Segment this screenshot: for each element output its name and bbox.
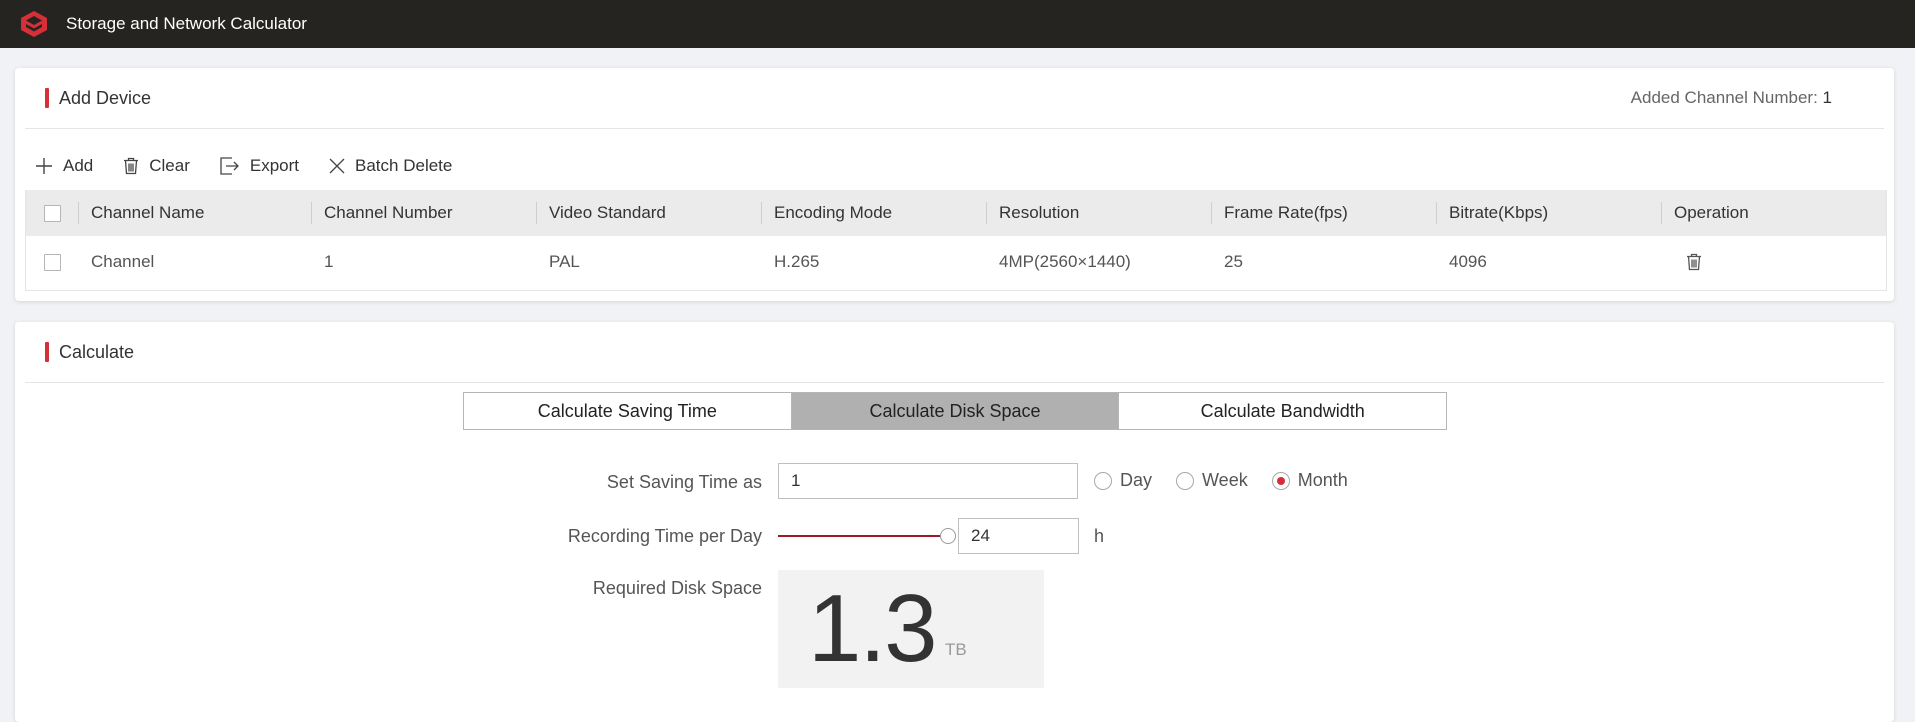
slider-fill <box>778 535 948 537</box>
disk-space-unit: TB <box>945 640 967 659</box>
hours-unit-label: h <box>1094 526 1105 546</box>
table-header: Channel Name Channel Number Video Standa… <box>26 190 1886 236</box>
column-header: Bitrate(Kbps) <box>1436 190 1661 236</box>
recording-hours-input[interactable] <box>958 518 1079 554</box>
required-disk-space-label: Required Disk Space <box>592 578 762 598</box>
calculate-tabs: Calculate Saving Time Calculate Disk Spa… <box>463 392 1447 430</box>
added-channel-value: 1 <box>1822 88 1832 107</box>
device-toolbar: Add Clear Export Batch Delete <box>35 148 482 184</box>
radio-day[interactable]: Day <box>1094 470 1152 491</box>
batch-delete-button-label: Batch Delete <box>355 156 453 175</box>
radio-month-circle[interactable] <box>1271 471 1290 490</box>
column-header: Resolution <box>986 190 1211 236</box>
tab-disk-space[interactable]: Calculate Disk Space <box>791 393 1120 429</box>
delete-row-button[interactable] <box>1686 253 1702 271</box>
calculate-header: Calculate <box>25 322 1884 383</box>
frame-rate-cell: 25 <box>1224 252 1243 271</box>
close-icon <box>329 158 345 174</box>
brand-logo-icon <box>18 8 50 40</box>
batch-delete-button[interactable]: Batch Delete <box>329 156 452 176</box>
clear-button[interactable]: Clear <box>123 156 190 176</box>
calculate-title: Calculate <box>59 341 135 362</box>
column-header: Operation <box>1661 190 1884 236</box>
section-accent-bar <box>45 342 49 362</box>
top-bar: Storage and Network Calculator <box>0 0 1915 48</box>
app-title: Storage and Network Calculator <box>66 14 307 33</box>
radio-month[interactable]: Month <box>1271 470 1348 491</box>
clear-button-label: Clear <box>149 156 190 175</box>
column-header: Channel Name <box>78 190 311 236</box>
video-standard-cell: PAL <box>549 252 580 271</box>
column-header: Encoding Mode <box>761 190 986 236</box>
export-icon <box>220 157 239 175</box>
period-radio-group: Day Week Month <box>1094 470 1372 491</box>
radio-day-circle[interactable] <box>1094 471 1112 490</box>
radio-day-label: Day <box>1120 470 1153 490</box>
disk-space-value: 1.3 <box>808 575 937 682</box>
channel-name-cell: Channel <box>91 252 155 271</box>
column-header: Video Standard <box>536 190 761 236</box>
row-select-cell <box>26 236 78 288</box>
select-all-checkbox[interactable] <box>43 204 61 222</box>
add-device-title: Add Device <box>59 87 152 108</box>
column-header: Channel Number <box>311 190 536 236</box>
slider-thumb[interactable] <box>940 528 956 544</box>
tab-saving-time[interactable]: Calculate Saving Time <box>464 393 792 429</box>
trash-icon <box>124 157 139 175</box>
saving-time-label: Set Saving Time as <box>606 472 762 492</box>
export-button[interactable]: Export <box>220 156 299 176</box>
radio-month-label: Month <box>1297 470 1348 490</box>
radio-week[interactable]: Week <box>1176 470 1248 491</box>
add-button[interactable]: Add <box>35 156 93 176</box>
tab-bandwidth[interactable]: Calculate Bandwidth <box>1119 393 1447 429</box>
add-button-label: Add <box>63 156 94 175</box>
radio-week-circle[interactable] <box>1176 471 1195 490</box>
added-channel-label: Added Channel Number: <box>1630 88 1818 107</box>
table-row: Channel 1 PAL H.265 4MP(2560×1440) 25 40… <box>26 236 1886 288</box>
add-device-header: Add Device Added Channel Number: 1 <box>25 68 1884 129</box>
saving-time-input[interactable] <box>778 463 1078 499</box>
plus-icon <box>36 158 52 174</box>
disk-space-result: 1.3 TB <box>778 570 1044 688</box>
recording-time-slider[interactable] <box>778 526 956 546</box>
section-accent-bar <box>45 88 49 108</box>
calculate-panel: Calculate Calculate Saving Time Calculat… <box>15 322 1894 722</box>
add-device-panel: Add Device Added Channel Number: 1 Add C… <box>15 68 1894 301</box>
resolution-cell: 4MP(2560×1440) <box>999 252 1131 271</box>
operation-cell <box>1661 236 1884 288</box>
channel-number-cell: 1 <box>324 252 334 271</box>
encoding-mode-cell: H.265 <box>774 252 820 271</box>
added-channel-count: Added Channel Number: 1 <box>1631 88 1832 108</box>
bitrate-cell: 4096 <box>1449 252 1487 271</box>
radio-week-label: Week <box>1202 470 1248 490</box>
export-button-label: Export <box>249 156 300 175</box>
row-checkbox[interactable] <box>43 253 61 271</box>
column-header: Frame Rate(fps) <box>1211 190 1436 236</box>
recording-time-label: Recording Time per Day <box>567 526 762 546</box>
select-all-cell <box>26 190 78 236</box>
trash-icon <box>1687 253 1701 271</box>
device-table: Channel Name Channel Number Video Standa… <box>25 190 1887 291</box>
